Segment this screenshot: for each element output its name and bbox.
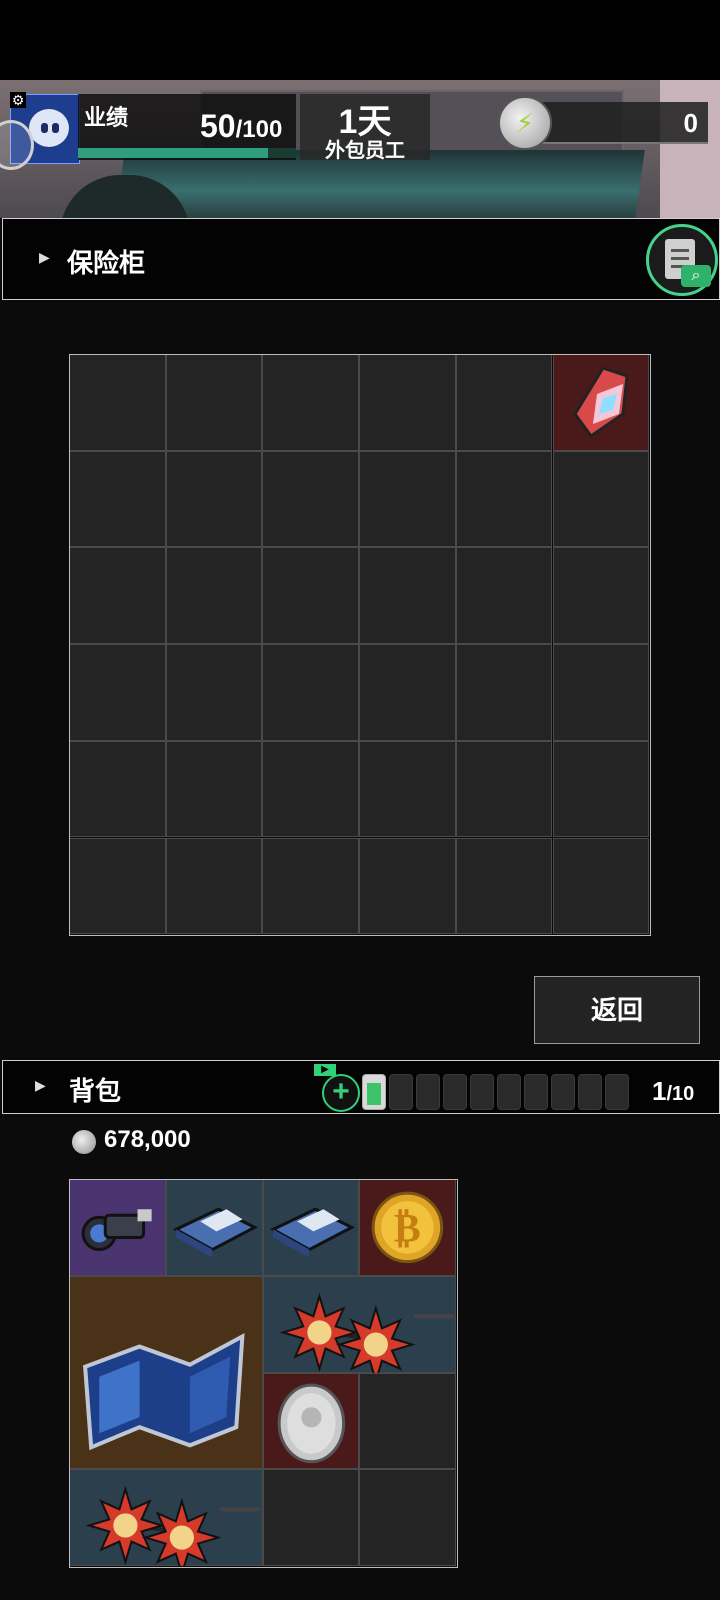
energy-panel: 0 (532, 102, 708, 144)
clipboard-line (671, 257, 689, 260)
performance-bar-fill (78, 148, 268, 158)
inspect-clipboard-button[interactable]: ⌕ (646, 224, 718, 296)
performance-current: 50 (200, 108, 236, 144)
avatar-face (29, 109, 69, 147)
back-button[interactable]: 返回 (534, 976, 700, 1044)
safe-grid-border (69, 354, 651, 936)
day-panel: 1天 外包员工 (300, 94, 430, 162)
battery-empty-icon (605, 1074, 629, 1110)
energy-coin-icon: ⚡ (498, 96, 552, 150)
battery-empty-icon (524, 1074, 548, 1110)
battery-empty-icon (551, 1074, 575, 1110)
battery-fill (367, 1083, 381, 1105)
bag-count-max: /10 (666, 1083, 695, 1105)
battery-empty-icon (389, 1074, 413, 1110)
safe-title: 保险柜 (67, 248, 146, 278)
money-balance: 678,000 (104, 1126, 191, 1153)
energy-value: 0 (683, 108, 698, 138)
battery-empty-icon (497, 1074, 521, 1110)
battery-full-icon (362, 1074, 386, 1110)
top-hud: ⚙ 业绩 50/100 1天 外包员工 0 ⚡ (0, 80, 720, 218)
settings-gear-icon[interactable]: ⚙ (10, 92, 26, 108)
clipboard-line (671, 249, 689, 252)
avatar-eye (52, 123, 59, 133)
battery-empty-icon (470, 1074, 494, 1110)
collapse-triangle-icon: ▶ (39, 249, 50, 265)
avatar-eye (41, 123, 48, 133)
bag-capacity: 1/10 (652, 1076, 694, 1107)
lightning-icon: ⚡ (515, 108, 535, 138)
performance-max: /100 (235, 116, 283, 143)
battery-empty-icon (578, 1074, 602, 1110)
bag-title: 背包 (69, 1076, 122, 1106)
battery-empty-icon (416, 1074, 440, 1110)
bag-count-current: 1 (652, 1076, 667, 1106)
collapse-triangle-icon: ▶ (35, 1077, 46, 1093)
performance-panel: 业绩 50/100 (78, 94, 296, 160)
coin-icon (72, 1130, 96, 1154)
search-icon: ⌕ (681, 265, 711, 287)
performance-value: 50/100 (200, 108, 282, 145)
scene-background (660, 80, 720, 218)
performance-label: 业绩 (84, 105, 129, 130)
add-battery-button[interactable]: + (322, 1074, 360, 1112)
bag-grid-border (69, 1179, 458, 1568)
safe-section-header[interactable]: ▶ 保险柜 (2, 218, 720, 300)
status-bar (0, 0, 720, 80)
job-title: 外包员工 (325, 140, 405, 162)
battery-empty-icon (443, 1074, 467, 1110)
